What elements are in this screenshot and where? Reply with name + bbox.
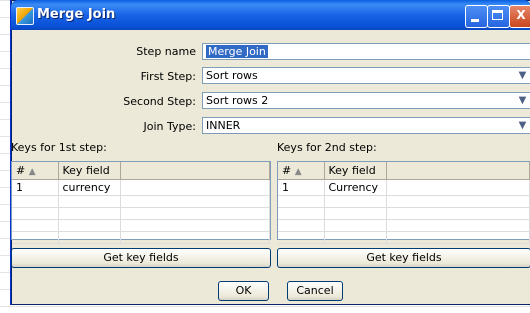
second-step-value: Sort rows 2 [206, 94, 269, 107]
get-key-fields-2nd-button[interactable]: Get key fields [277, 248, 530, 268]
chevron-down-icon[interactable]: ▼ [516, 119, 529, 132]
key-field-cell[interactable]: currency [58, 179, 121, 196]
keys-2nd-table[interactable]: # ▲ Key field 1 Currency [277, 161, 530, 244]
join-type-label: Join Type: [143, 120, 196, 133]
sort-icon: ▲ [28, 167, 36, 177]
first-step-value: Sort rows [206, 69, 258, 82]
sort-icon: ▲ [294, 167, 302, 177]
column-header-empty [386, 162, 530, 180]
minimize-icon [471, 19, 479, 22]
chevron-down-icon[interactable]: ▼ [516, 94, 529, 107]
first-step-label: First Step: [140, 70, 196, 83]
column-header-key-field[interactable]: Key field [58, 162, 121, 180]
window-title: Merge Join [37, 7, 116, 22]
close-button[interactable]: X [509, 5, 530, 28]
keys-1st-label: Keys for 1st step: [11, 141, 107, 154]
second-step-label: Second Step: [123, 95, 196, 108]
table-row[interactable]: 1 currency [12, 179, 270, 196]
app-icon [16, 7, 34, 25]
row-number: 1 [12, 179, 59, 196]
minimize-button[interactable] [465, 5, 488, 28]
column-header-key-field[interactable]: Key field [324, 162, 387, 180]
title-bar[interactable]: Merge Join X [11, 0, 530, 30]
column-header-empty [120, 162, 270, 180]
key-field-cell[interactable]: Currency [324, 179, 387, 196]
keys-1st-table[interactable]: # ▲ Key field 1 currency [11, 161, 271, 244]
column-header-number[interactable]: # ▲ [12, 162, 59, 180]
join-type-select[interactable]: INNER ▼ [202, 117, 530, 134]
chevron-down-icon[interactable]: ▼ [516, 69, 529, 82]
first-step-select[interactable]: Sort rows ▼ [202, 67, 530, 84]
column-header-number[interactable]: # ▲ [278, 162, 325, 180]
cancel-button[interactable]: Cancel [287, 281, 343, 301]
keys-2nd-label: Keys for 2nd step: [277, 141, 377, 154]
merge-join-dialog: Merge Join X Step name Merge Join First … [10, 0, 530, 305]
join-type-value: INNER [206, 119, 241, 132]
second-step-select[interactable]: Sort rows 2 ▼ [202, 92, 530, 109]
get-key-fields-1st-button[interactable]: Get key fields [11, 248, 271, 268]
row-number: 1 [278, 179, 325, 196]
step-name-value: Merge Join [206, 45, 268, 58]
ok-button[interactable]: OK [218, 281, 269, 301]
step-name-input[interactable]: Merge Join [202, 43, 530, 60]
maximize-button[interactable] [487, 5, 510, 28]
step-name-label: Step name [136, 45, 196, 58]
maximize-icon [492, 10, 503, 20]
table-row[interactable]: 1 Currency [278, 179, 530, 196]
